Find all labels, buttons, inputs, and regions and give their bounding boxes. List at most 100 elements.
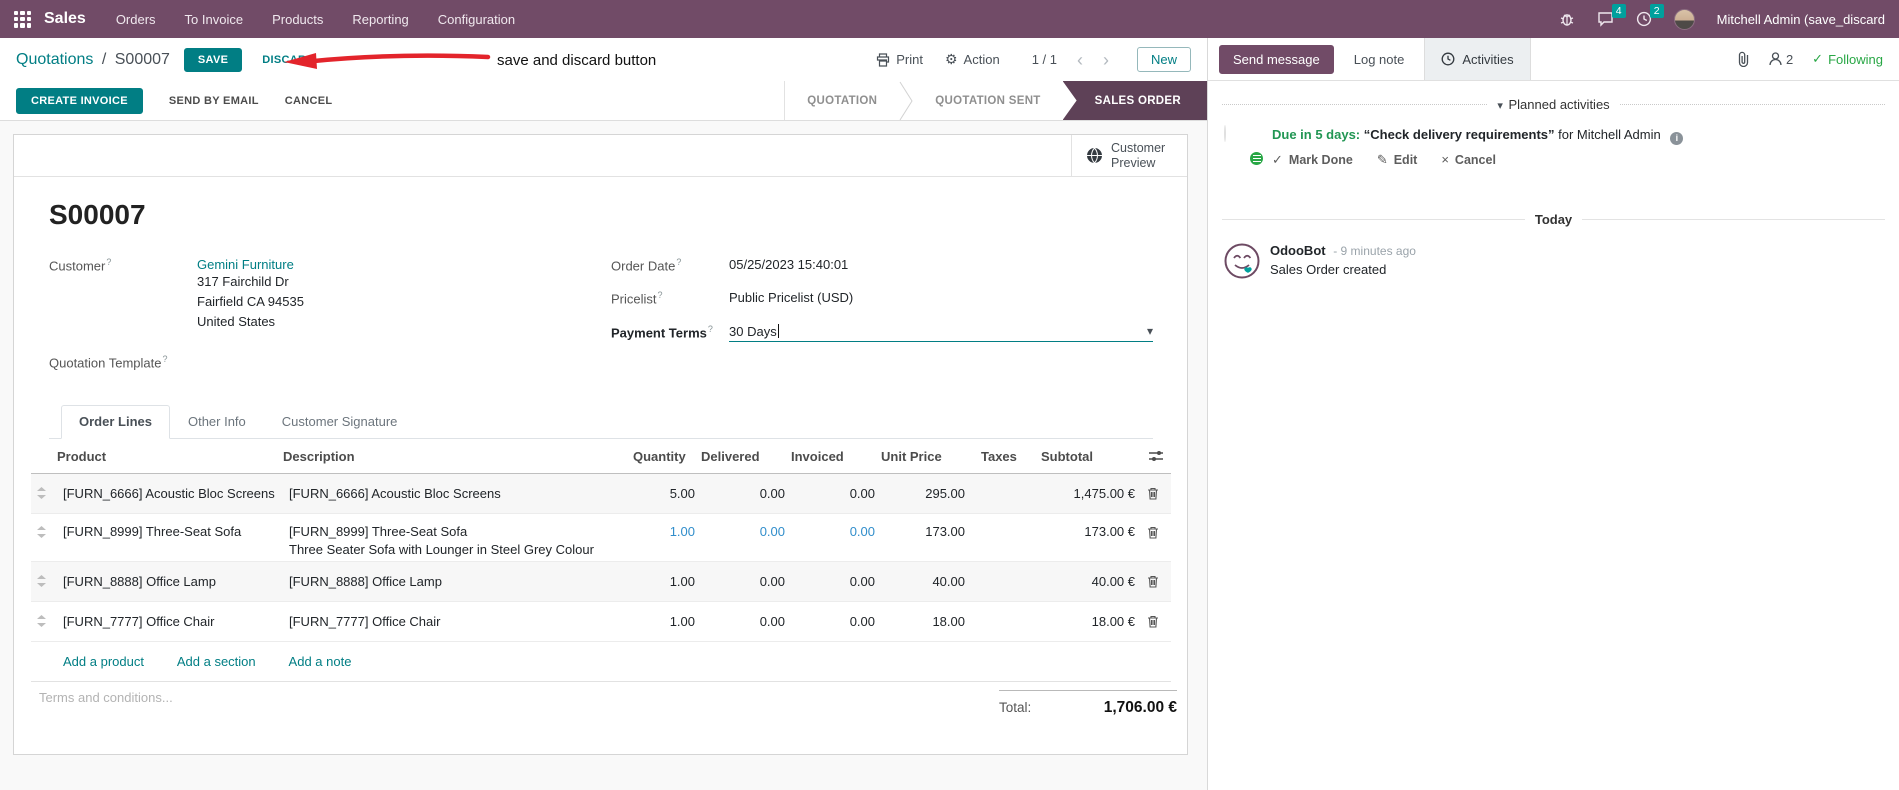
payment-terms-label: Payment Terms? (611, 323, 713, 340)
nav-item-orders[interactable]: Orders (116, 12, 156, 27)
cell-delivered[interactable]: 0.00 (701, 473, 791, 513)
optional-columns-icon[interactable] (1141, 439, 1171, 474)
cell-taxes[interactable] (971, 601, 1041, 641)
state-quotation[interactable]: QUOTATION (785, 81, 899, 120)
activities-button[interactable]: Activities (1424, 38, 1531, 80)
add-a-section-link[interactable]: Add a section (177, 654, 256, 669)
nav-item-reporting[interactable]: Reporting (352, 12, 408, 27)
state-sales-order[interactable]: SALES ORDER (1062, 81, 1207, 120)
cell-invoiced[interactable]: 0.00 (791, 601, 881, 641)
cell-subtotal: 40.00 € (1091, 573, 1135, 589)
cell-unit-price[interactable]: 295.00 (881, 473, 971, 513)
log-note-button[interactable]: Log note (1354, 52, 1405, 67)
save-button[interactable]: SAVE (183, 47, 243, 72)
cell-product[interactable]: [FURN_8888] Office Lamp (57, 561, 283, 601)
top-navbar: Sales Orders To Invoice Products Reporti… (0, 0, 1899, 38)
edit-activity-button[interactable]: ✎ Edit (1377, 152, 1418, 168)
table-row: [FURN_7777] Office Chair [FURN_7777] Off… (31, 601, 1171, 642)
paperclip-icon[interactable] (1736, 51, 1750, 67)
discard-button[interactable]: DISCARD (262, 54, 314, 66)
app-name[interactable]: Sales (44, 10, 86, 28)
info-icon[interactable]: i (1670, 131, 1684, 145)
cell-unit-price[interactable]: 18.00 (881, 601, 971, 641)
apps-grid-icon[interactable] (14, 10, 31, 28)
following-button[interactable]: ✓ Following (1812, 51, 1883, 67)
cell-description[interactable]: [FURN_6666] Acoustic Bloc Screens (283, 473, 633, 513)
cell-quantity[interactable]: 1.00 (633, 601, 701, 641)
drag-handle-icon[interactable] (31, 561, 57, 601)
add-a-note-link[interactable]: Add a note (289, 654, 352, 669)
cell-taxes[interactable] (971, 513, 1041, 561)
print-button[interactable]: Print (876, 52, 923, 67)
table-row: [FURN_8999] Three-Seat Sofa [FURN_8999] … (31, 513, 1171, 562)
order-date-value[interactable]: 05/25/2023 15:40:01 (729, 257, 848, 273)
total-box: Total: 1,706.00 € (999, 689, 1177, 717)
user-name[interactable]: Mitchell Admin (save_discard (1717, 12, 1885, 27)
delete-row-icon[interactable] (1141, 601, 1171, 641)
delete-row-icon[interactable] (1141, 473, 1171, 513)
new-button[interactable]: New (1136, 47, 1191, 72)
cell-quantity[interactable]: 1.00 (633, 513, 701, 561)
tab-other-info[interactable]: Other Info (170, 405, 264, 438)
send-by-email-button[interactable]: SEND BY EMAIL (169, 95, 259, 107)
followers-count: 2 (1785, 51, 1794, 67)
debug-bug-icon[interactable] (1559, 11, 1575, 27)
pager-next-icon[interactable]: › (1097, 51, 1115, 69)
nav-item-to-invoice[interactable]: To Invoice (185, 12, 244, 27)
cell-quantity[interactable]: 1.00 (633, 561, 701, 601)
customer-preview-button[interactable]: Customer Preview (1071, 135, 1187, 176)
pager-prev-icon[interactable]: ‹ (1071, 51, 1089, 69)
cell-product[interactable]: [FURN_6666] Acoustic Bloc Screens (57, 473, 283, 513)
cell-taxes[interactable] (971, 473, 1041, 513)
drag-handle-icon[interactable] (31, 473, 57, 513)
cell-unit-price[interactable]: 40.00 (881, 561, 971, 601)
message-author[interactable]: OdooBot (1270, 243, 1326, 258)
tab-order-lines[interactable]: Order Lines (61, 405, 170, 440)
col-invoiced: Invoiced (791, 439, 881, 474)
cell-description[interactable]: [FURN_7777] Office Chair (283, 601, 633, 641)
cell-taxes[interactable] (971, 561, 1041, 601)
breadcrumb-quotations-link[interactable]: Quotations (16, 51, 93, 68)
clock-icon (1441, 52, 1455, 66)
cell-delivered[interactable]: 0.00 (701, 561, 791, 601)
main-panel: Quotations / S00007 SAVE DISCARD save an… (0, 38, 1207, 790)
add-a-product-link[interactable]: Add a product (63, 654, 144, 669)
cell-quantity[interactable]: 5.00 (633, 473, 701, 513)
cell-delivered[interactable]: 0.00 (701, 601, 791, 641)
followers-button[interactable]: 2 (1769, 52, 1793, 67)
cell-invoiced[interactable]: 0.00 (791, 473, 881, 513)
user-avatar[interactable] (1673, 8, 1695, 30)
cell-delivered[interactable]: 0.00 (701, 513, 791, 561)
caret-down-icon[interactable]: ▾ (1497, 100, 1503, 112)
delete-row-icon[interactable] (1141, 561, 1171, 601)
nav-item-configuration[interactable]: Configuration (438, 12, 515, 27)
activity-due: Due in 5 days: (1272, 127, 1361, 142)
payment-terms-input[interactable]: 30 Days ▾ (729, 324, 1153, 342)
mark-done-button[interactable]: ✓ Mark Done (1272, 152, 1353, 168)
action-menu-button[interactable]: ⚙ Action (945, 51, 1000, 68)
tab-customer-signature[interactable]: Customer Signature (264, 405, 416, 438)
send-message-button[interactable]: Send message (1219, 44, 1334, 74)
cancel-activity-button[interactable]: × Cancel (1441, 152, 1496, 168)
drag-handle-icon[interactable] (31, 601, 57, 641)
activities-clock-icon[interactable]: 2 (1636, 4, 1664, 27)
state-quotation-sent[interactable]: QUOTATION SENT (913, 81, 1062, 120)
drag-handle-icon[interactable] (31, 513, 57, 561)
messages-icon[interactable]: 4 (1597, 4, 1626, 27)
cell-description[interactable]: [FURN_8888] Office Lamp (283, 561, 633, 601)
cancel-button[interactable]: CANCEL (285, 95, 333, 107)
cell-unit-price[interactable]: 173.00 (881, 513, 971, 561)
cell-description[interactable]: [FURN_8999] Three-Seat Sofa Three Seater… (283, 513, 633, 561)
terms-placeholder[interactable]: Terms and conditions... (39, 690, 173, 717)
cell-invoiced[interactable]: 0.00 (791, 513, 881, 561)
cell-product[interactable]: [FURN_8999] Three-Seat Sofa (57, 513, 283, 561)
nav-item-products[interactable]: Products (272, 12, 323, 27)
table-footer-links-row: Add a product Add a section Add a note (31, 641, 1171, 682)
chevron-down-icon[interactable]: ▾ (1147, 324, 1153, 338)
create-invoice-button[interactable]: CREATE INVOICE (16, 87, 143, 114)
customer-name-link[interactable]: Gemini Furniture (197, 257, 294, 272)
pricelist-value[interactable]: Public Pricelist (USD) (729, 290, 853, 306)
delete-row-icon[interactable] (1141, 513, 1171, 561)
cell-product[interactable]: [FURN_7777] Office Chair (57, 601, 283, 641)
cell-invoiced[interactable]: 0.00 (791, 561, 881, 601)
